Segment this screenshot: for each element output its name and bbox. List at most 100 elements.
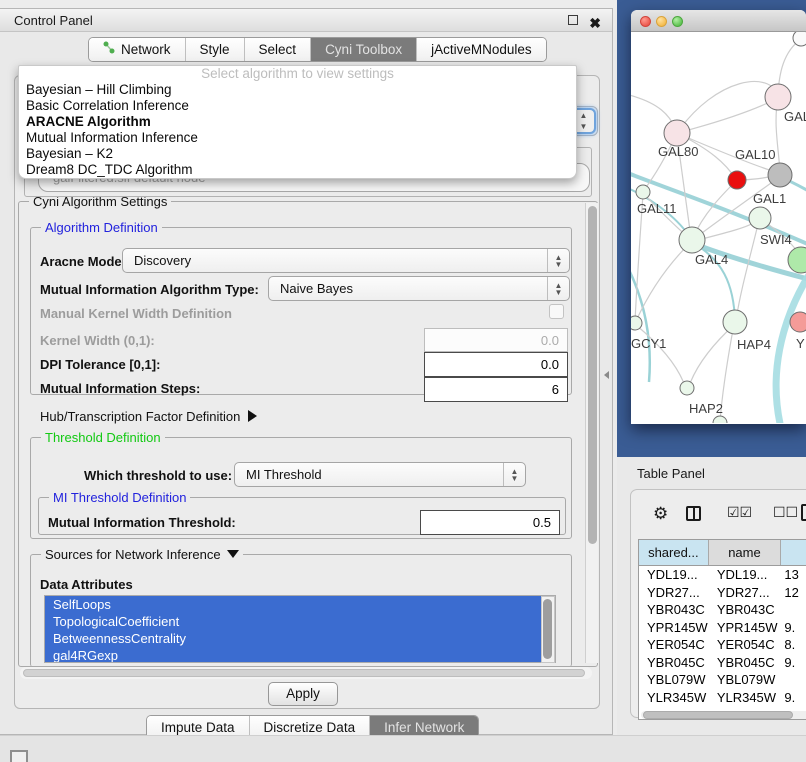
algorithm-option[interactable]: Bayesian – Hill Climbing — [19, 82, 576, 98]
new-document-icon[interactable] — [801, 504, 806, 521]
algorithm-option[interactable]: Bayesian – K2 — [19, 146, 576, 162]
algorithm-option[interactable]: Basic Correlation Inference — [19, 98, 576, 114]
node-label-gal4: GAL4 — [695, 252, 728, 267]
panel-collapse-handle[interactable] — [604, 371, 609, 379]
network-icon — [103, 38, 116, 61]
deselect-checkboxes-icon[interactable]: ☐☐ — [773, 504, 798, 521]
select-all-checkboxes-icon[interactable]: ☑☑ — [727, 504, 752, 521]
node-label-hap4: HAP4 — [737, 337, 771, 352]
network-node-gal10[interactable] — [768, 163, 792, 187]
table-cell: 8. — [781, 636, 806, 654]
table-row[interactable]: YLR345WYLR345W9. — [639, 689, 806, 707]
table-cell: YLR345W — [709, 689, 782, 707]
network-node-gcy1[interactable] — [631, 316, 642, 330]
network-node-bottom-partial[interactable] — [713, 416, 727, 423]
network-node-hap2[interactable] — [680, 381, 694, 395]
node-label-gal80: GAL80 — [658, 144, 698, 159]
collapse-down-icon[interactable] — [227, 550, 239, 558]
hub-definition-expander[interactable]: Hub/Transcription Factor Definition — [40, 409, 257, 424]
algorithm-option[interactable]: ARACNE Algorithm — [19, 114, 576, 130]
table-row[interactable]: YER054CYER054C8. — [639, 636, 806, 654]
scrollbar-thumb[interactable] — [23, 669, 585, 677]
mi-threshold-group-title: MI Threshold Definition — [49, 490, 190, 505]
mi-algorithm-type-combobox[interactable]: Naive Bayes ▲▼ — [268, 276, 570, 301]
attribute-item[interactable]: BetweennessCentrality — [45, 630, 555, 647]
column-layout-icon[interactable] — [686, 506, 701, 521]
expander-right-icon[interactable] — [248, 410, 257, 422]
table-cell: YDL19... — [709, 566, 782, 584]
tab-style[interactable]: Style — [186, 38, 245, 61]
float-window-icon[interactable] — [568, 15, 578, 25]
table-cell: YIL052C — [639, 706, 709, 709]
network-node-selected-red[interactable] — [728, 171, 746, 189]
table-cell: YBR045C — [709, 654, 782, 672]
kernel-width-field[interactable]: 0.0 — [424, 328, 568, 352]
network-node-gal11[interactable] — [636, 185, 650, 199]
network-node-gal4[interactable] — [679, 227, 705, 253]
network-node-gal-right[interactable] — [765, 84, 791, 110]
hub-definition-label: Hub/Transcription Factor Definition — [40, 409, 240, 424]
mi-threshold-label: Mutual Information Threshold: — [48, 515, 236, 530]
column-header[interactable]: name — [709, 540, 782, 565]
attributes-scrollbar[interactable] — [541, 596, 555, 663]
mi-threshold-field[interactable]: 0.5 — [420, 510, 560, 535]
settings-vertical-scrollbar[interactable] — [585, 203, 598, 663]
network-node-swi4[interactable] — [788, 247, 806, 273]
algorithm-option[interactable]: Mutual Information Inference — [19, 130, 576, 146]
table-row[interactable]: YDR27...YDR27...12 — [639, 584, 806, 602]
scrollbar-thumb[interactable] — [588, 206, 597, 544]
partial-toolbar-icon[interactable] — [10, 750, 28, 762]
table-row[interactable]: YIL052CYIL052C9 — [639, 706, 806, 709]
table-row[interactable]: YBR043CYBR043C — [639, 601, 806, 619]
network-node-gal1[interactable] — [749, 207, 771, 229]
node-label-gal11: GAL11 — [637, 201, 677, 216]
column-header[interactable]: shared... — [639, 540, 709, 565]
apply-button[interactable]: Apply — [268, 682, 338, 706]
table-cell: YPR145W — [709, 619, 782, 637]
close-traffic-light-icon[interactable] — [640, 16, 651, 27]
settings-horizontal-scrollbar[interactable] — [20, 667, 592, 679]
node-label-gal10: GAL10 — [735, 147, 775, 162]
aracne-mode-combobox[interactable]: Discovery ▲▼ — [122, 248, 570, 273]
network-node-gal80[interactable] — [664, 120, 690, 146]
table-row[interactable]: YPR145WYPR145W9. — [639, 619, 806, 637]
network-node-top-partial[interactable] — [793, 32, 806, 46]
table-row[interactable]: YBR045CYBR045C9. — [639, 654, 806, 672]
table-toolbar: ⚙ ☑☑ ☐☐ — [631, 502, 806, 532]
table-cell: 9. — [781, 619, 806, 637]
table-row[interactable]: YDL19...YDL19...13 — [639, 566, 806, 584]
attribute-item[interactable]: TopologicalCoefficient — [45, 613, 555, 630]
network-node-salmon-right[interactable] — [790, 312, 806, 332]
scrollbar-thumb[interactable] — [543, 599, 552, 659]
node-label-hap2: HAP2 — [689, 401, 723, 416]
network-window-titlebar[interactable] — [631, 10, 806, 32]
network-node-hap4[interactable] — [723, 310, 747, 334]
close-icon[interactable]: ✖ — [589, 12, 601, 35]
tab-label: Network — [121, 38, 171, 61]
attribute-item[interactable]: gal4RGexp — [45, 647, 555, 663]
manual-kernel-width-checkbox[interactable] — [549, 304, 564, 319]
data-attributes-list[interactable]: SelfLoopsTopologicalCoefficientBetweenne… — [44, 595, 556, 663]
combo-stepper-icon[interactable]: ▲▼ — [503, 463, 525, 486]
table-horizontal-scrollbar[interactable] — [641, 711, 806, 719]
combo-stepper-icon[interactable]: ▲▼ — [547, 249, 569, 272]
tab-jactivemnodules[interactable]: jActiveMNodules — [417, 38, 546, 61]
table-cell: YBR043C — [639, 601, 709, 619]
zoom-traffic-light-icon[interactable] — [672, 16, 683, 27]
which-threshold-combobox[interactable]: MI Threshold ▲▼ — [234, 462, 526, 487]
attribute-item[interactable]: SelfLoops — [45, 596, 555, 613]
tab-cyni-toolbox[interactable]: Cyni Toolbox — [311, 38, 417, 61]
settings-gear-icon[interactable]: ⚙ — [653, 504, 668, 524]
table-row[interactable]: YBL079WYBL079W — [639, 671, 806, 689]
combo-stepper-icon[interactable]: ▲▼ — [547, 277, 569, 300]
mi-steps-field[interactable]: 6 — [424, 377, 568, 402]
network-canvas[interactable]: GALGAL80GAL10GAL1GAL11GAL4SWI4GCY1HAP4YH… — [631, 32, 806, 423]
minimize-traffic-light-icon[interactable] — [656, 16, 667, 27]
table-cell: 12 — [781, 584, 806, 602]
tab-network[interactable]: Network — [89, 38, 186, 61]
dpi-tolerance-field[interactable]: 0.0 — [424, 352, 568, 377]
algorithm-option[interactable]: Dream8 DC_TDC Algorithm — [19, 162, 576, 178]
column-header[interactable] — [781, 540, 806, 565]
scrollbar-thumb[interactable] — [643, 711, 793, 719]
tab-select[interactable]: Select — [245, 38, 312, 61]
